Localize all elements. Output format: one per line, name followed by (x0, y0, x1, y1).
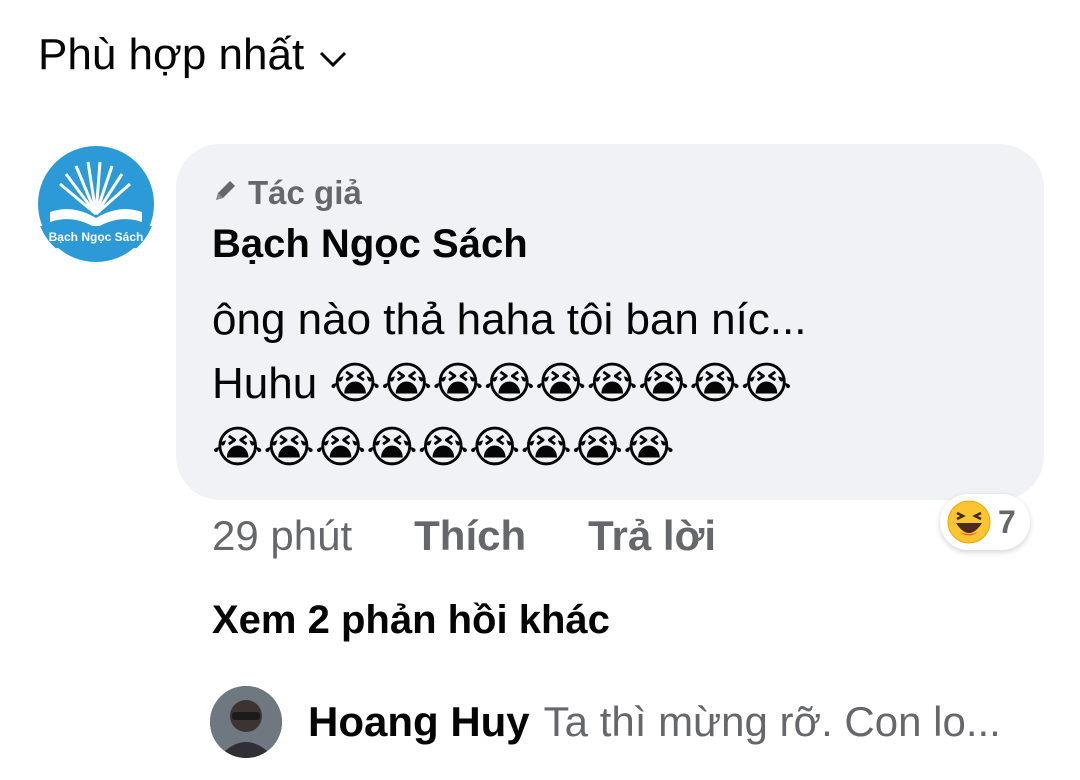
author-badge-label: Tác giả (248, 174, 362, 211)
reply-avatar[interactable] (210, 686, 282, 758)
comment-text: ông nào thả haha tôi ban níc... Huhu 😭😭😭… (212, 295, 807, 472)
sort-dropdown[interactable]: Phù hợp nhất (38, 30, 348, 80)
like-button[interactable]: Thích (414, 512, 526, 560)
reply-button[interactable]: Trả lời (588, 512, 716, 560)
haha-reaction-icon (946, 499, 992, 545)
avatar[interactable]: Bạch Ngọc Sách (36, 144, 156, 264)
pen-icon (212, 174, 238, 212)
reply-preview-text: Ta thì mừng rỡ. Con lo... (543, 698, 1001, 745)
comment-timestamp[interactable]: 29 phút (212, 512, 352, 560)
comment-actions: 29 phút Thích Trả lời (212, 512, 716, 560)
comment-bubble: Tác giả Bạch Ngọc Sách ông nào thả haha … (176, 144, 1044, 500)
chevron-down-icon (318, 30, 348, 80)
reply-author-name[interactable]: Hoang Huy (308, 698, 530, 746)
sort-label: Phù hợp nhất (38, 30, 305, 79)
reply-preview[interactable]: Hoang Huy Ta thì mừng rỡ. Con lo... (210, 686, 1001, 758)
reaction-count: 7 (998, 503, 1016, 540)
comment-author-name[interactable]: Bạch Ngọc Sách (212, 222, 528, 267)
view-more-replies-button[interactable]: Xem 2 phản hồi khác (212, 598, 610, 643)
avatar-label: Bạch Ngọc Sách (48, 230, 144, 244)
reaction-summary[interactable]: 7 (940, 494, 1030, 550)
author-badge: Tác giả (212, 174, 362, 212)
